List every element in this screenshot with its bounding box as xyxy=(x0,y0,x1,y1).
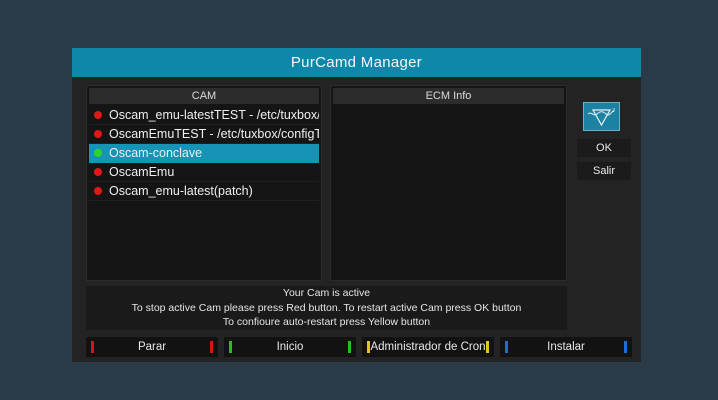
cam-list[interactable]: Oscam_emu-latestTEST - /etc/tuxbox/c Osc… xyxy=(89,106,319,278)
ecm-panel-header: ECM Info xyxy=(333,88,564,104)
cam-list-item-selected[interactable]: Oscam-conclave xyxy=(89,144,319,163)
red-button-parar[interactable]: Parar xyxy=(86,337,218,357)
blue-bar-icon xyxy=(505,341,508,353)
green-bar-icon xyxy=(229,341,232,353)
ok-button[interactable]: OK xyxy=(577,139,631,157)
green-button-label: Inicio xyxy=(277,341,304,353)
status-message-line: To confioure auto-restart press Yellow b… xyxy=(223,315,430,330)
status-message-line: To stop active Cam please press Red butt… xyxy=(132,301,522,316)
color-button-bar: Parar Inicio Administrador de Cron Insta… xyxy=(86,337,632,357)
pure2-triangle-logo: 2 xyxy=(585,104,618,129)
yellow-bar-icon xyxy=(367,341,370,353)
status-dot-icon xyxy=(94,187,102,195)
cam-list-item-label: Oscam_emu-latestTEST - /etc/tuxbox/c xyxy=(109,108,319,122)
red-bar-icon xyxy=(91,341,94,353)
blue-bar-icon xyxy=(624,341,627,353)
red-button-label: Parar xyxy=(138,341,166,353)
status-dot-icon xyxy=(94,149,102,157)
svg-text:2: 2 xyxy=(612,108,615,114)
purcamd-manager-window: PurCamd Manager CAM Oscam_emu-latestTEST… xyxy=(72,48,641,362)
status-dot-icon xyxy=(94,168,102,176)
status-dot-icon xyxy=(94,111,102,119)
green-button-inicio[interactable]: Inicio xyxy=(224,337,356,357)
cam-list-item[interactable]: OscamEmu xyxy=(89,163,319,182)
yellow-button-label: Administrador de Cron xyxy=(370,341,485,353)
status-dot-icon xyxy=(94,130,102,138)
yellow-bar-icon xyxy=(486,341,489,353)
cam-list-item-label: Oscam_emu-latest(patch) xyxy=(109,184,253,198)
cam-list-item-label: OscamEmuTEST - /etc/tuxbox/configT xyxy=(109,127,319,141)
cam-panel: CAM Oscam_emu-latestTEST - /etc/tuxbox/c… xyxy=(86,85,322,281)
blue-button-instalar[interactable]: Instalar xyxy=(500,337,632,357)
status-message-panel: Your Cam is active To stop active Cam pl… xyxy=(86,286,567,330)
cam-list-item-label: OscamEmu xyxy=(109,165,174,179)
cam-list-item-label: Oscam-conclave xyxy=(109,146,202,160)
yellow-button-cron[interactable]: Administrador de Cron xyxy=(362,337,494,357)
blue-button-label: Instalar xyxy=(547,341,585,353)
cam-list-item[interactable]: OscamEmuTEST - /etc/tuxbox/configT xyxy=(89,125,319,144)
status-message-line: Your Cam is active xyxy=(283,286,370,301)
cam-panel-header: CAM xyxy=(89,88,319,104)
cam-list-item[interactable]: Oscam_emu-latest(patch) xyxy=(89,182,319,201)
pure2-logo-icon: 2 xyxy=(583,102,620,131)
green-bar-icon xyxy=(348,341,351,353)
exit-button[interactable]: Salir xyxy=(577,162,631,180)
cam-list-item[interactable]: Oscam_emu-latestTEST - /etc/tuxbox/c xyxy=(89,106,319,125)
ecm-info-panel: ECM Info xyxy=(330,85,567,281)
red-bar-icon xyxy=(210,341,213,353)
window-title: PurCamd Manager xyxy=(72,48,641,77)
